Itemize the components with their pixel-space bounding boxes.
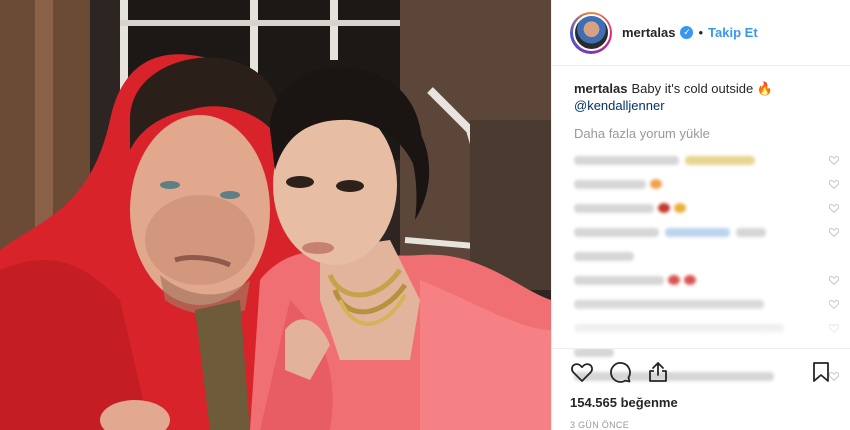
post-timestamp: 3 GÜN ÖNCE — [570, 420, 630, 430]
post-caption: mertalas Baby it's cold outside 🔥 @kendal… — [574, 80, 839, 114]
post-photo[interactable] — [0, 0, 551, 430]
blurred-comment — [574, 197, 839, 219]
follow-button[interactable]: Takip Et — [708, 25, 758, 40]
bookmark-icon[interactable] — [809, 360, 833, 384]
caption-username[interactable]: mertalas — [574, 81, 627, 96]
post-header: mertalas ✓ • Takip Et — [552, 0, 850, 66]
heart-icon[interactable] — [829, 179, 839, 189]
blurred-comment — [574, 149, 839, 171]
header-separator: • — [698, 25, 704, 40]
blurred-comment — [574, 245, 839, 267]
comment-icon[interactable] — [608, 360, 632, 384]
heart-icon[interactable] — [829, 155, 839, 165]
heart-icon[interactable] — [829, 227, 839, 237]
blurred-comment — [574, 173, 839, 195]
avatar-image — [572, 14, 610, 51]
post-side-panel: mertalas ✓ • Takip Et mertalas Baby it's … — [551, 0, 850, 430]
share-icon[interactable] — [646, 360, 670, 384]
load-more-comments-button[interactable]: Daha fazla yorum yükle — [574, 126, 839, 141]
heart-icon[interactable] — [829, 203, 839, 213]
verified-check-icon: ✓ — [680, 26, 694, 39]
heart-icon[interactable] — [829, 275, 839, 285]
blurred-comment — [574, 269, 839, 291]
post-actions: 154.565 beğenme 3 GÜN ÖNCE — [552, 348, 850, 430]
action-icon-row — [570, 357, 833, 387]
comments-fade — [552, 300, 850, 348]
heart-icon[interactable] — [570, 360, 594, 384]
caption-text: Baby it's cold outside 🔥 — [631, 81, 773, 96]
like-count[interactable]: 154.565 beğenme — [570, 395, 833, 410]
photo-illustration — [0, 0, 551, 430]
avatar[interactable] — [570, 11, 612, 54]
blurred-comment — [574, 221, 839, 243]
header-username[interactable]: mertalas — [622, 25, 675, 40]
caption-mention-link[interactable]: @kendalljenner — [574, 97, 839, 114]
